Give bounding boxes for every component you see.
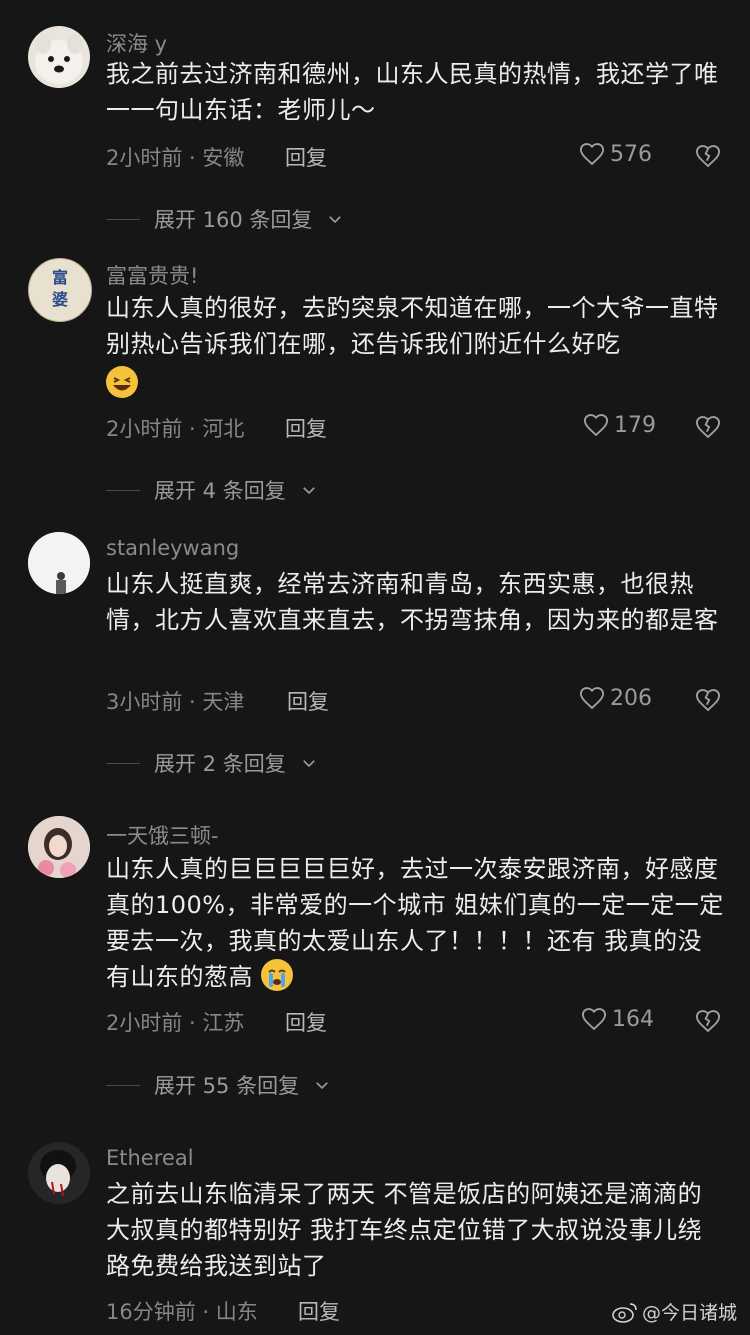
avatar[interactable] [28, 816, 90, 878]
avatar[interactable]: 富婆 [28, 258, 92, 322]
expand-replies[interactable]: 展开 160 条回复 [106, 204, 344, 234]
weibo-logo-icon [612, 1302, 637, 1323]
reply-button[interactable]: 回复 [285, 1007, 327, 1037]
weibo-watermark: @今日诸城 [612, 1298, 737, 1325]
broken-heart-icon[interactable] [694, 413, 722, 441]
expand-label: 展开 2 条回复 [154, 752, 286, 776]
expand-replies[interactable]: 展开 4 条回复 [106, 475, 318, 505]
comment-meta: 2小时前 · 河北 [106, 417, 245, 441]
avatar[interactable] [28, 26, 90, 88]
heart-icon [583, 414, 609, 437]
comment-text: 山东人挺直爽，经常去济南和青岛，东西实惠，也很热情，北方人喜欢直来直去，不拐弯抹… [106, 570, 719, 634]
comment-text: 之前去山东临清呆了两天 不管是饭店的阿姨还是滴滴的大叔真的都特别好 我打车终点定… [106, 1180, 703, 1280]
like-button[interactable]: 179 [582, 411, 656, 439]
heart-icon [579, 143, 605, 166]
comment-meta: 2小时前 · 安徽 [106, 146, 245, 170]
expand-replies[interactable]: 展开 55 条回复 [106, 1070, 331, 1100]
comment-text: 山东人真的巨巨巨巨巨好，去过一次泰安跟济南，好感度真的100%，非常爱的一个城市… [106, 851, 726, 995]
laughing-emoji-icon [106, 366, 138, 398]
comment-meta: 2小时前 · 江苏 [106, 1011, 245, 1035]
expand-replies[interactable]: 展开 2 条回复 [106, 748, 318, 778]
username[interactable]: 富富贵贵! [106, 260, 198, 290]
like-button[interactable]: 576 [578, 140, 652, 168]
reply-button[interactable]: 回复 [285, 413, 327, 443]
avatar[interactable] [28, 1142, 90, 1204]
divider [106, 762, 140, 764]
chevron-down-icon [302, 760, 315, 768]
avatar-sign-text: 富婆 [51, 268, 68, 309]
divider [106, 489, 140, 491]
username[interactable]: 深海 y [106, 28, 167, 58]
broken-heart-icon[interactable] [694, 142, 722, 170]
comment-text: 我之前去过济南和德州，山东人民真的热情，我还学了唯一一句山东话：老师儿～ [106, 60, 719, 124]
comment-meta: 16分钟前 · 山东 [106, 1300, 258, 1324]
broken-heart-icon[interactable] [694, 686, 722, 714]
chevron-down-icon [302, 487, 315, 495]
broken-heart-icon[interactable] [694, 1007, 722, 1035]
comment-meta: 3小时前 · 天津 [106, 690, 245, 714]
divider [106, 1084, 140, 1086]
divider [106, 218, 140, 220]
crying-emoji-icon [261, 959, 294, 991]
heart-icon [579, 687, 605, 710]
username[interactable]: stanleywang [106, 536, 239, 560]
like-button[interactable]: 206 [578, 684, 652, 712]
avatar[interactable] [28, 532, 90, 594]
like-button[interactable]: 164 [580, 1005, 654, 1033]
reply-button[interactable]: 回复 [298, 1296, 340, 1326]
username[interactable]: Ethereal [106, 1146, 194, 1170]
like-count: 164 [612, 1006, 654, 1032]
like-count: 179 [614, 412, 656, 438]
chevron-down-icon [316, 1082, 328, 1090]
comment-text-body: 山东人真的巨巨巨巨巨好，去过一次泰安跟济南，好感度真的100%，非常爱的一个城市… [106, 855, 724, 991]
expand-label: 展开 160 条回复 [154, 208, 313, 232]
username[interactable]: 一天饿三顿- [106, 820, 219, 850]
chevron-down-icon [329, 216, 342, 224]
comment-text-body: 山东人真的很好，去趵突泉不知道在哪，一个大爷一直特别热心告诉我们在哪，还告诉我们… [106, 294, 719, 358]
like-count: 576 [610, 141, 652, 167]
reply-button[interactable]: 回复 [287, 686, 329, 716]
watermark-text: @今日诸城 [642, 1302, 738, 1324]
like-count: 206 [610, 685, 652, 711]
comment-text: 山东人真的很好，去趵突泉不知道在哪，一个大爷一直特别热心告诉我们在哪，还告诉我们… [106, 290, 726, 402]
reply-button[interactable]: 回复 [285, 142, 327, 172]
expand-label: 展开 55 条回复 [154, 1074, 300, 1098]
heart-icon [581, 1008, 607, 1031]
expand-label: 展开 4 条回复 [154, 479, 286, 503]
